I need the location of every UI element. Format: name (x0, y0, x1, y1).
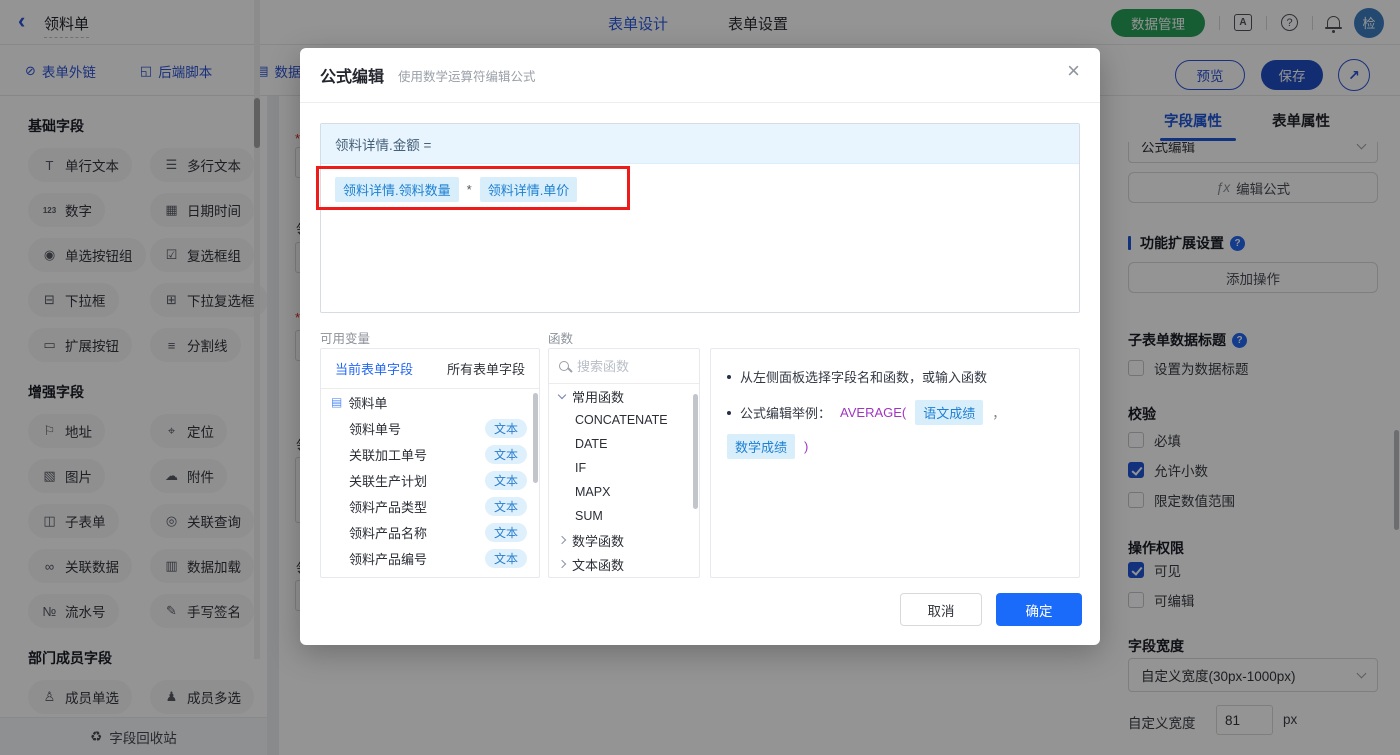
functions-scrollbar-thumb[interactable] (693, 394, 698, 509)
app-screen: ‹ 领料单 表单设计 表单设置 数据管理 A ? 检 ⊘ 表单外链 ◱ 后端脚本 (0, 0, 1400, 755)
formula-input-area[interactable]: 领料详情.领料数量 * 领料详情.单价 (321, 164, 1079, 312)
formula-field-chip[interactable]: 领料详情.领料数量 (335, 177, 459, 202)
tree-label: 关联加工单号 (349, 447, 428, 463)
functions-section-label: 函数 (548, 332, 574, 346)
close-paren: ) (804, 439, 809, 454)
tree-root-form[interactable]: ▤ 领料单 (321, 389, 539, 415)
function-label: CONCATENATE (575, 413, 668, 427)
help-text: 公式编辑举例： (740, 406, 832, 421)
cancel-button[interactable]: 取消 (900, 593, 982, 626)
function-search-input[interactable] (577, 358, 677, 374)
modal-header: 公式编辑 使用数学运算符编辑公式 × (300, 48, 1100, 103)
example-chip: 数学成绩 (727, 434, 796, 459)
function-item-sum[interactable]: SUM (549, 504, 699, 528)
variables-panel: 当前表单字段 所有表单字段 ▤ 领料单 领料单号 文本 关联加工单号 文本 关联生产… (320, 348, 540, 578)
function-search-box (549, 349, 699, 384)
group-label: 常用函数 (572, 389, 625, 405)
group-label: 数学函数 (572, 533, 625, 549)
example-chip: 语文成绩 (915, 400, 984, 425)
function-item-mapx[interactable]: MAPX (549, 480, 699, 504)
separator-text: ， (992, 406, 1006, 421)
close-icon[interactable]: × (1067, 60, 1080, 82)
tree-field-item[interactable]: 关联加工单号 文本 (321, 441, 539, 467)
tree-field-item[interactable]: 领料产品类型 文本 (321, 493, 539, 519)
formula-field-chip[interactable]: 领料详情.单价 (479, 177, 578, 202)
chevron-right-icon (557, 535, 567, 545)
tree-label: 领料单 (348, 395, 388, 411)
help-line-1: 从左侧面板选择字段名和函数，或输入函数 (727, 367, 1063, 386)
function-label: MAPX (575, 485, 611, 499)
chevron-down-icon (557, 390, 567, 399)
formula-help-panel: 从左侧面板选择字段名和函数，或输入函数 公式编辑举例： AVERAGE( 语文成… (710, 348, 1080, 578)
help-text: 从左侧面板选择字段名和函数，或输入函数 (740, 370, 988, 385)
document-icon: ▤ (331, 395, 343, 409)
function-group-math[interactable]: 数学函数 (549, 528, 699, 552)
functions-panel: 常用函数 CONCATENATE DATE IF MAPX SUM 数学函数 文… (548, 348, 700, 578)
tree-field-item[interactable]: 领料产品名称 文本 (321, 519, 539, 545)
tree-field-item[interactable]: 领料产品编号 文本 (321, 545, 539, 571)
type-badge: 文本 (484, 496, 527, 516)
formula-editor-modal: 公式编辑 使用数学运算符编辑公式 × 领料详情.金额 = 领料详情.领料数量 *… (300, 48, 1100, 645)
formula-editor-box: 领料详情.金额 = 领料详情.领料数量 * 领料详情.单价 (320, 123, 1080, 313)
tree-label: 领料产品类型 (349, 499, 428, 515)
tab-current-form-fields[interactable]: 当前表单字段 (335, 359, 413, 378)
variables-tabs: 当前表单字段 所有表单字段 (321, 349, 539, 389)
function-item-if[interactable]: IF (549, 456, 699, 480)
function-item-date[interactable]: DATE (549, 432, 699, 456)
type-badge: 文本 (484, 444, 527, 464)
type-badge: 文本 (484, 522, 527, 542)
function-label: IF (575, 461, 587, 475)
help-line-2: 公式编辑举例： AVERAGE( 语文成绩 ， 数学成绩 ) (727, 400, 1063, 459)
function-group-text[interactable]: 文本函数 (549, 552, 699, 576)
type-badge: 文本 (484, 548, 527, 568)
tree-label: 领料产品编号 (349, 551, 428, 567)
search-icon (559, 361, 569, 371)
chevron-right-icon (557, 559, 567, 569)
tree-label: 关联生产计划 (349, 473, 428, 489)
bullet-icon (727, 374, 731, 379)
function-label: SUM (575, 509, 603, 523)
tree-label: 领料单号 (349, 421, 402, 437)
function-label: DATE (575, 437, 608, 451)
function-group-common[interactable]: 常用函数 (549, 384, 699, 408)
function-item-concatenate[interactable]: CONCATENATE (549, 408, 699, 432)
variables-section-label: 可用变量 (320, 332, 371, 346)
tree-label: 领料产品名称 (349, 525, 428, 541)
group-label: 文本函数 (572, 557, 625, 573)
confirm-button[interactable]: 确定 (996, 593, 1082, 626)
formula-target: 领料详情.金额 = (321, 124, 1079, 164)
tree-field-item[interactable]: 领料单号 文本 (321, 415, 539, 441)
type-badge: 文本 (484, 470, 527, 490)
variables-scrollbar-thumb[interactable] (533, 393, 538, 483)
modal-title: 公式编辑 (320, 69, 385, 86)
type-badge: 文本 (484, 418, 527, 438)
multiply-operator[interactable]: * (467, 182, 472, 197)
bullet-icon (727, 410, 731, 415)
tab-all-form-fields[interactable]: 所有表单字段 (447, 359, 525, 378)
modal-subtitle: 使用数学运算符编辑公式 (398, 69, 536, 84)
tree-field-item[interactable]: 关联生产计划 文本 (321, 467, 539, 493)
function-name-example: AVERAGE( (840, 405, 907, 420)
